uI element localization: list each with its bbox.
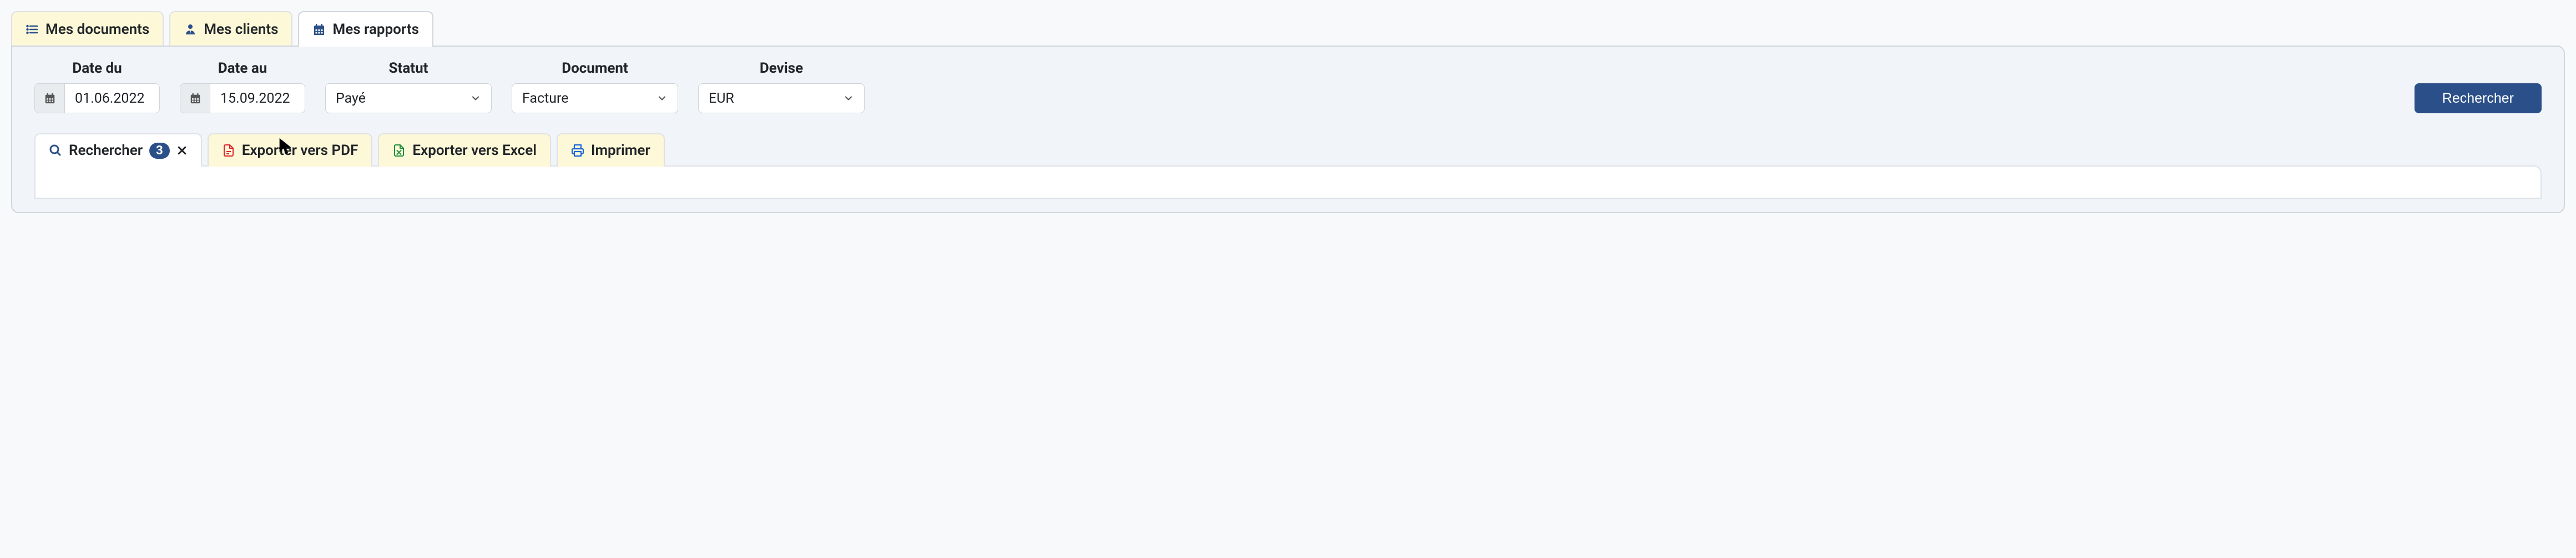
tab-label: Mes documents (46, 21, 149, 38)
tab-label: Mes rapports (332, 21, 419, 38)
tab-documents[interactable]: Mes documents (11, 11, 164, 47)
date-from-group: Date du 01.06.2022 (34, 60, 160, 113)
calendar-icon (312, 23, 326, 36)
date-from-label: Date du (72, 60, 122, 77)
search-count-badge: 3 (149, 143, 170, 159)
tab-reports[interactable]: Mes rapports (298, 11, 433, 47)
document-group: Document Facture (512, 60, 678, 113)
status-value: Payé (336, 91, 366, 107)
sub-tab-label: Imprimer (591, 142, 650, 159)
date-to-input[interactable]: 15.09.2022 (180, 83, 305, 113)
sub-tab-label: Exporter vers PDF (242, 142, 358, 159)
chevron-down-icon (843, 93, 854, 104)
currency-label: Devise (760, 60, 803, 77)
date-from-input[interactable]: 01.06.2022 (34, 83, 160, 113)
status-select[interactable]: Payé (325, 83, 492, 113)
pdf-file-icon (222, 144, 235, 157)
search-icon (49, 144, 62, 157)
printer-icon (571, 144, 584, 157)
currency-group: Devise EUR (698, 60, 865, 113)
sub-tab-label: Exporter vers Excel (412, 142, 537, 159)
sub-tab-label: Rechercher (69, 142, 143, 159)
tab-label: Mes clients (204, 21, 278, 38)
currency-value: EUR (709, 91, 734, 107)
currency-select[interactable]: EUR (698, 83, 865, 113)
status-group: Statut Payé (325, 60, 492, 113)
sub-tab-export-pdf[interactable]: Exporter vers PDF (208, 133, 373, 167)
date-to-group: Date au 15.09.2022 (180, 60, 305, 113)
tab-clients[interactable]: Mes clients (169, 11, 292, 47)
sub-tab-print[interactable]: Imprimer (557, 133, 665, 167)
status-label: Statut (389, 60, 428, 77)
chevron-down-icon (470, 93, 481, 104)
filter-row: Date du 01.06.2022 Date au (34, 60, 2542, 113)
date-to-label: Date au (218, 60, 267, 77)
user-tie-icon (184, 23, 197, 36)
results-area (34, 165, 2542, 199)
sub-tabs: Rechercher 3 Exporter vers PDF (34, 133, 2542, 167)
reports-panel: Date du 01.06.2022 Date au (11, 46, 2565, 213)
document-value: Facture (522, 91, 569, 107)
sub-tab-search[interactable]: Rechercher 3 (34, 133, 202, 167)
excel-file-icon (392, 144, 406, 157)
chevron-down-icon (656, 93, 668, 104)
date-to-value: 15.09.2022 (210, 84, 305, 113)
search-button[interactable]: Rechercher (2415, 83, 2542, 113)
document-select[interactable]: Facture (512, 83, 678, 113)
date-from-value: 01.06.2022 (65, 84, 159, 113)
calendar-icon (180, 84, 210, 113)
close-icon[interactable] (176, 145, 188, 156)
calendar-icon (35, 84, 65, 113)
sub-tab-export-excel[interactable]: Exporter vers Excel (378, 133, 551, 167)
document-label: Document (562, 60, 628, 77)
list-icon (26, 23, 39, 36)
main-tabs: Mes documents Mes clients Mes rapports (11, 11, 2565, 47)
